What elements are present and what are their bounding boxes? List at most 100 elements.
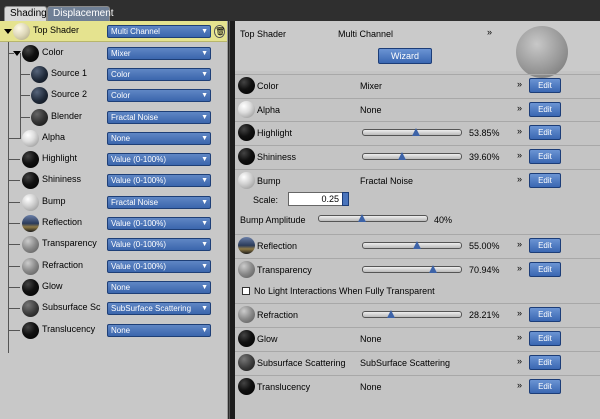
edit-color-button[interactable]: Edit xyxy=(529,78,561,93)
highlight-slider[interactable] xyxy=(362,128,462,136)
expand-triangle-icon[interactable] xyxy=(13,51,21,56)
tree-item-translucency[interactable]: Translucency None ▼ xyxy=(0,320,227,341)
tree-item-blender[interactable]: Blender Fractal Noise ▼ xyxy=(0,107,227,128)
tree-label: Shininess xyxy=(42,174,82,184)
edit-translucency-button[interactable]: Edit xyxy=(529,379,561,394)
refraction-dropdown[interactable]: Value (0-100%) ▼ xyxy=(107,260,211,273)
tree-item-refraction[interactable]: Refraction Value (0-100%) ▼ xyxy=(0,256,227,277)
edit-shininess-button[interactable]: Edit xyxy=(529,149,561,164)
tree-item-source-1[interactable]: Source 1 Color ▼ xyxy=(0,64,227,85)
shininess-dropdown[interactable]: Value (0-100%) ▼ xyxy=(107,174,211,187)
tree-item-bump[interactable]: Bump Fractal Noise ▼ xyxy=(0,192,227,213)
reflection-dropdown[interactable]: Value (0-100%) ▼ xyxy=(107,217,211,230)
alpha-preview-icon xyxy=(22,130,39,147)
tree-item-highlight[interactable]: Highlight Value (0-100%) ▼ xyxy=(0,149,227,170)
alpha-dropdown[interactable]: None ▼ xyxy=(107,132,211,145)
highlight-dropdown[interactable]: Value (0-100%) ▼ xyxy=(107,153,211,166)
edit-refraction-button[interactable]: Edit xyxy=(529,307,561,322)
slider-thumb[interactable] xyxy=(428,265,437,273)
reflection-slider[interactable] xyxy=(362,241,462,249)
prop-label: Subsurface Scattering xyxy=(257,358,346,368)
chevron-down-icon[interactable]: » xyxy=(517,263,522,273)
slider-thumb[interactable] xyxy=(386,310,395,318)
slider-thumb[interactable] xyxy=(358,214,367,222)
prop-value: None xyxy=(360,334,382,344)
tree-item-transparency[interactable]: Transparency Value (0-100%) ▼ xyxy=(0,234,227,255)
edit-glow-button[interactable]: Edit xyxy=(529,331,561,346)
slider-thumb[interactable] xyxy=(397,152,406,160)
tree-item-shininess[interactable]: Shininess Value (0-100%) ▼ xyxy=(0,170,227,191)
tree-label: Source 1 xyxy=(51,68,88,78)
tree-item-glow[interactable]: Glow None ▼ xyxy=(0,277,227,298)
chevron-down-icon[interactable]: » xyxy=(517,103,522,113)
prop-row-transparency: Transparency 70.94% » Edit xyxy=(235,258,600,304)
glow-dropdown[interactable]: None ▼ xyxy=(107,281,211,294)
tree-item-alpha[interactable]: Alpha None ▼ xyxy=(0,128,227,149)
scale-stepper[interactable] xyxy=(342,192,349,206)
source-2-preview-icon xyxy=(31,87,48,104)
edit-reflection-button[interactable]: Edit xyxy=(529,238,561,253)
wizard-button[interactable]: Wizard xyxy=(378,48,432,64)
edit-subsurface-button[interactable]: Edit xyxy=(529,355,561,370)
chevron-down-icon[interactable]: » xyxy=(517,126,522,136)
tree-label: Color xyxy=(42,47,64,57)
prop-label: Refraction xyxy=(257,310,299,320)
tab-displacement[interactable]: Displacement xyxy=(47,6,114,21)
bump-channel-icon xyxy=(238,172,255,189)
tree-label: Glow xyxy=(42,281,63,291)
tab-shading[interactable]: Shading xyxy=(4,6,47,21)
edit-bump-button[interactable]: Edit xyxy=(529,173,561,188)
bump-amplitude-percent: 40% xyxy=(434,215,453,225)
bump-dropdown[interactable]: Fractal Noise ▼ xyxy=(107,196,211,209)
edit-transparency-button[interactable]: Edit xyxy=(529,262,561,277)
chevron-down-icon[interactable]: » xyxy=(517,79,522,89)
chevron-down-icon[interactable]: » xyxy=(517,174,522,184)
bump-amplitude-slider[interactable] xyxy=(318,214,428,222)
tree-item-subsurface[interactable]: Subsurface Sc SubSurface Scattering ▼ xyxy=(0,298,227,319)
tree-item-top-shader[interactable]: Top Shader Multi Channel ▼ 🗑 xyxy=(0,21,227,42)
scale-input[interactable]: 0.25 xyxy=(288,192,343,206)
prop-percent: 28.21% xyxy=(469,310,500,320)
chevron-down-icon[interactable]: » xyxy=(517,239,522,249)
translucency-dropdown[interactable]: None ▼ xyxy=(107,324,211,337)
expand-triangle-icon[interactable] xyxy=(4,29,12,34)
shininess-channel-icon xyxy=(238,148,255,165)
chevron-down-icon[interactable]: » xyxy=(517,308,522,318)
refraction-slider[interactable] xyxy=(362,310,462,318)
chevron-down-icon[interactable]: » xyxy=(517,356,522,366)
tree-item-color[interactable]: Color Mixer ▼ xyxy=(0,43,227,64)
shader-preview-sphere xyxy=(516,26,568,78)
transparency-dropdown[interactable]: Value (0-100%) ▼ xyxy=(107,238,211,251)
tree-item-reflection[interactable]: Reflection Value (0-100%) ▼ xyxy=(0,213,227,234)
blender-dropdown[interactable]: Fractal Noise ▼ xyxy=(107,111,211,124)
refraction-channel-icon xyxy=(238,306,255,323)
slider-thumb[interactable] xyxy=(411,128,420,136)
edit-highlight-button[interactable]: Edit xyxy=(529,125,561,140)
chevron-down-icon[interactable]: » xyxy=(517,332,522,342)
tree-label: Highlight xyxy=(42,153,78,163)
no-light-checkbox[interactable] xyxy=(242,287,250,295)
source-1-preview-icon xyxy=(31,66,48,83)
trash-icon[interactable]: 🗑 xyxy=(214,25,225,38)
prop-label: Reflection xyxy=(257,241,298,251)
slider-thumb[interactable] xyxy=(412,241,421,249)
prop-value: None xyxy=(360,105,382,115)
reflection-channel-icon xyxy=(238,237,255,254)
shininess-slider[interactable] xyxy=(362,152,462,160)
subsurface-dropdown[interactable]: SubSurface Scattering ▼ xyxy=(107,302,211,315)
tree-item-source-2[interactable]: Source 2 Color ▼ xyxy=(0,85,227,106)
bump-amplitude-label: Bump Amplitude xyxy=(240,215,306,225)
tree-label: Refraction xyxy=(42,260,84,270)
source-2-dropdown[interactable]: Color ▼ xyxy=(107,89,211,102)
transparency-preview-icon xyxy=(22,236,39,253)
chevron-down-icon[interactable]: » xyxy=(517,150,522,160)
source-1-dropdown[interactable]: Color ▼ xyxy=(107,68,211,81)
top-shader-dropdown[interactable]: Multi Channel ▼ xyxy=(107,25,211,38)
edit-alpha-button[interactable]: Edit xyxy=(529,102,561,117)
shader-title: Top Shader xyxy=(240,29,287,39)
color-dropdown[interactable]: Mixer ▼ xyxy=(107,47,211,60)
transparency-slider[interactable] xyxy=(362,265,462,273)
chevron-down-icon[interactable]: » xyxy=(487,27,492,37)
chevron-down-icon[interactable]: » xyxy=(517,380,522,390)
prop-row-subsurface: Subsurface Scattering SubSurface Scatter… xyxy=(235,351,600,373)
